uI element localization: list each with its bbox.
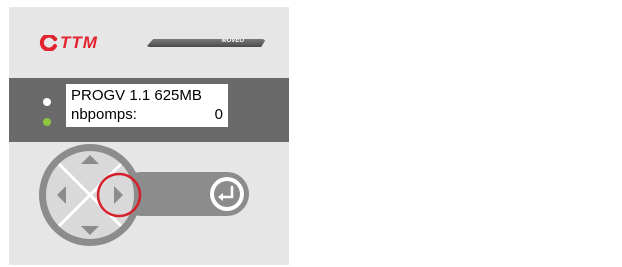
controller-panel: TTM MOVEO PROGV 1.1 625MB nbpomps: 0 [9,7,289,265]
enter-button-inner [214,181,240,207]
keypad [39,144,249,246]
